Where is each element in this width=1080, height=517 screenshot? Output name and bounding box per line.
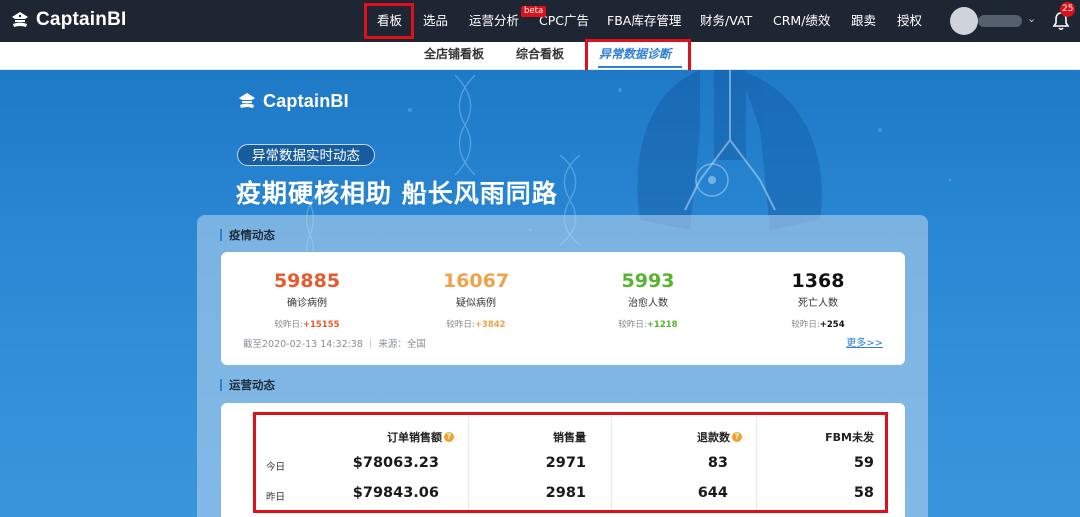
row-label-yesterday: 昨日 bbox=[266, 492, 286, 503]
stat-value: 59885 bbox=[273, 270, 341, 292]
stat-label: 死亡人数 bbox=[798, 298, 838, 309]
captain-hat-icon bbox=[239, 93, 255, 108]
row-label-today: 今日 bbox=[266, 462, 286, 473]
chevron-down-icon[interactable]: ⌄ bbox=[1027, 12, 1036, 25]
nav-item-follow-sell[interactable]: 跟卖 bbox=[851, 0, 876, 42]
stat-diff: 较昨日:+1218 bbox=[618, 320, 678, 330]
section-title-epidemic: 疫情动态 bbox=[220, 229, 275, 241]
yesterday-fbm-unshipped: 58 bbox=[853, 485, 874, 501]
column-header-refunds: 退款数? bbox=[646, 429, 742, 445]
top-navigation-bar: CaptainBI 看板 选品 运营分析 CPC广告 beta FBA库存管理 … bbox=[0, 0, 1080, 42]
today-fbm-unshipped: 59 bbox=[853, 455, 874, 471]
dashboard-highlight-box bbox=[364, 3, 414, 39]
column-header-units-sold: 销售量 bbox=[553, 431, 586, 444]
operations-table: 订单销售额? 销售量 退款数? FBM未发 今日 $78063.23 2971 … bbox=[253, 412, 888, 513]
tab-overview-dashboard[interactable]: 综合看板 bbox=[516, 42, 564, 70]
nav-item-product-selection[interactable]: 选品 bbox=[423, 0, 448, 42]
column-divider bbox=[468, 418, 469, 510]
column-header-order-sales: 订单销售额? bbox=[366, 429, 454, 445]
captain-hat-icon bbox=[12, 12, 28, 27]
stat-diff: 较昨日:+3842 bbox=[446, 320, 506, 330]
nav-item-authorization[interactable]: 授权 bbox=[897, 0, 922, 42]
stat-diff: 较昨日:+254 bbox=[791, 320, 845, 330]
today-order-sales: $78063.23 bbox=[352, 455, 439, 471]
banner-brand-name: CaptainBI bbox=[263, 90, 349, 111]
section-title-operations: 运营动态 bbox=[220, 379, 275, 391]
avatar[interactable] bbox=[950, 7, 978, 35]
today-refunds: 83 bbox=[707, 455, 728, 471]
nav-item-cpc-ads[interactable]: CPC广告 bbox=[539, 0, 589, 42]
stat-value: 1368 bbox=[791, 270, 845, 292]
epidemic-stats-card: 59885 确诊病例 较昨日:+15155 16067 疑似病例 较昨日:+38… bbox=[221, 252, 905, 365]
banner-headline: 疫期硬核相助 船长风雨同路 bbox=[236, 179, 558, 208]
yesterday-order-sales: $79843.06 bbox=[352, 485, 439, 501]
help-icon[interactable]: ? bbox=[444, 432, 454, 442]
data-source-footnote: 截至2020-02-13 14:32:38 ｜ 来源：全国 bbox=[243, 339, 426, 350]
yesterday-units-sold: 2981 bbox=[545, 485, 586, 501]
stat-value: 5993 bbox=[621, 270, 675, 292]
nav-item-operations-analysis[interactable]: 运营分析 bbox=[469, 0, 519, 42]
stat-confirmed: 59885 确诊病例 较昨日:+15155 bbox=[237, 269, 377, 330]
stat-deaths: 1368 死亡人数 较昨日:+254 bbox=[748, 269, 888, 330]
stat-label: 疑似病例 bbox=[456, 298, 496, 309]
nav-item-finance-vat[interactable]: 财务/VAT bbox=[700, 0, 752, 42]
yesterday-refunds: 644 bbox=[697, 485, 728, 501]
stat-value: 16067 bbox=[442, 270, 510, 292]
sub-navigation: 全店铺看板 综合看板 异常数据诊断 bbox=[0, 42, 1080, 70]
banner-pill-label: 异常数据实时动态 bbox=[237, 144, 375, 166]
stat-label: 确诊病例 bbox=[287, 298, 327, 309]
column-divider bbox=[756, 418, 757, 510]
beta-badge: beta bbox=[521, 6, 547, 17]
stat-suspected: 16067 疑似病例 较昨日:+3842 bbox=[406, 269, 546, 330]
stat-diff: 较昨日:+15155 bbox=[274, 320, 340, 330]
help-icon[interactable]: ? bbox=[732, 432, 742, 442]
notification-count-badge: 25 bbox=[1060, 2, 1076, 17]
stat-label: 治愈人数 bbox=[628, 298, 668, 309]
column-header-fbm-unshipped: FBM未发 bbox=[825, 431, 874, 444]
nav-item-fba-inventory[interactable]: FBA库存管理 bbox=[607, 0, 681, 42]
user-name-blurred bbox=[978, 15, 1022, 27]
brand-name: CaptainBI bbox=[36, 9, 127, 30]
today-units-sold: 2971 bbox=[545, 455, 586, 471]
tab-all-stores-dashboard[interactable]: 全店铺看板 bbox=[424, 42, 484, 70]
banner-brand-logo: CaptainBI bbox=[236, 90, 349, 112]
brand-logo[interactable]: CaptainBI bbox=[9, 9, 126, 31]
column-divider bbox=[611, 418, 612, 510]
more-link[interactable]: 更多>> bbox=[846, 334, 883, 349]
stat-cured: 5993 治愈人数 较昨日:+1218 bbox=[578, 269, 718, 330]
nav-item-crm[interactable]: CRM/绩效 bbox=[773, 0, 830, 42]
